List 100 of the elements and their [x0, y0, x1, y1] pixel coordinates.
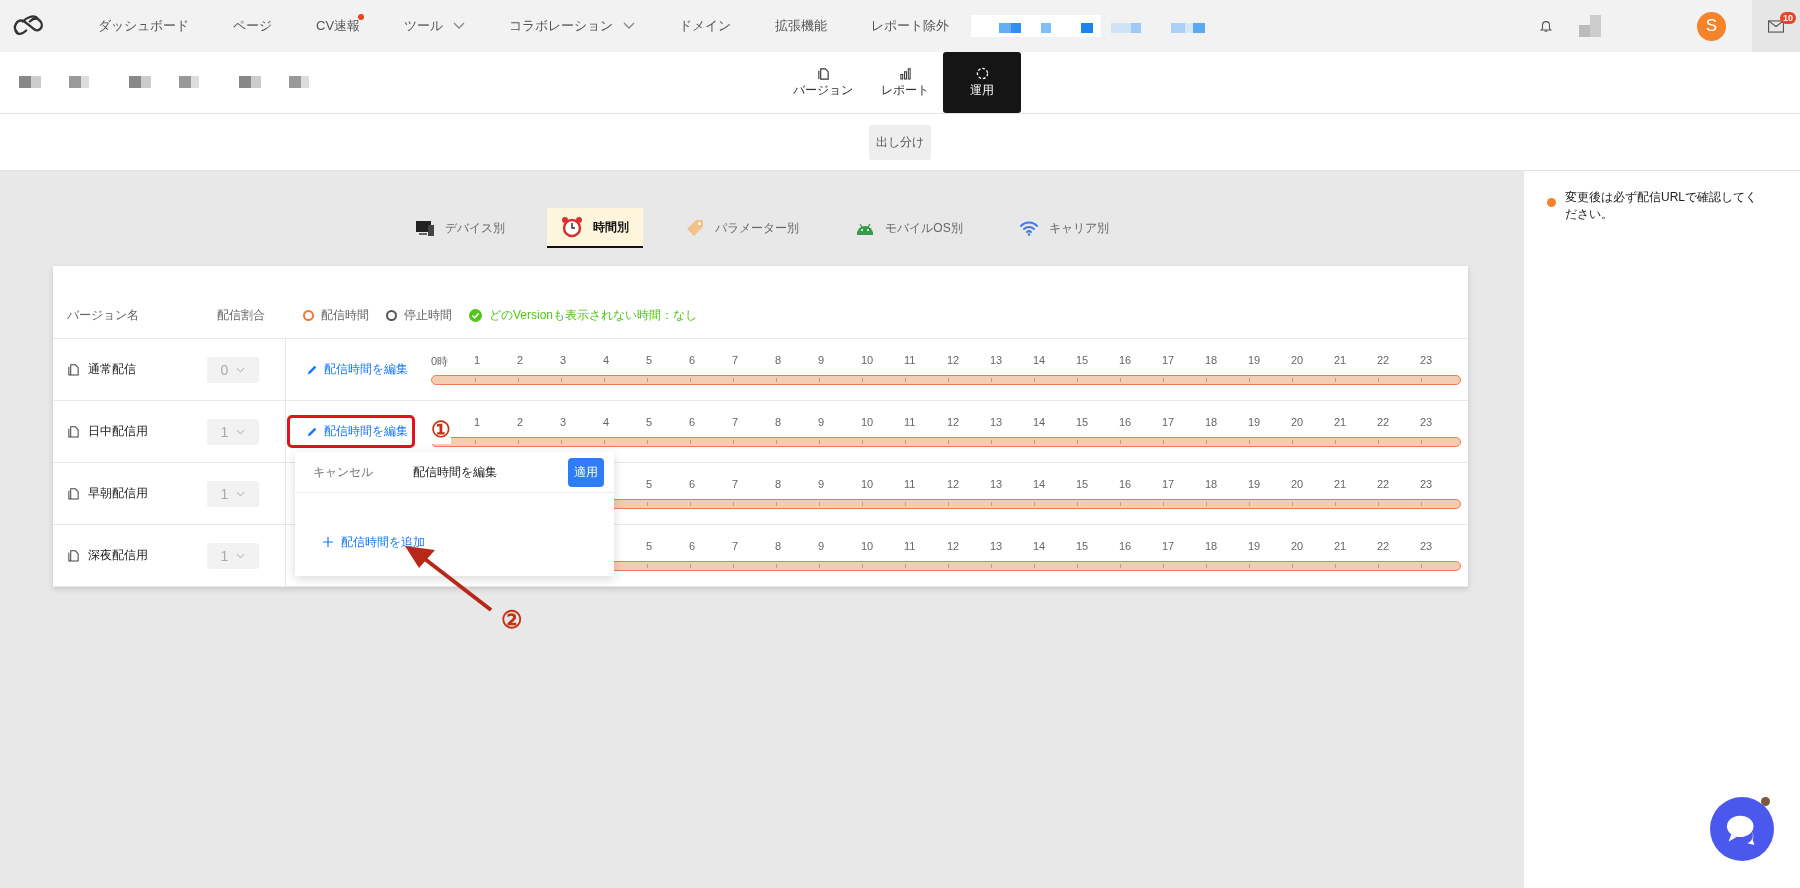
- hour-label: 0時: [431, 354, 450, 369]
- hour-label: 22: [1377, 416, 1391, 430]
- hour-label: 20: [1291, 478, 1305, 492]
- hour-label: 5: [646, 540, 654, 554]
- hour-label: 10: [861, 354, 875, 368]
- hour-label: 3: [560, 416, 568, 430]
- hour-label: 22: [1377, 478, 1391, 492]
- hour-label: 15: [1076, 478, 1090, 492]
- hour-label: 12: [947, 478, 961, 492]
- hour-label: 12: [947, 416, 961, 430]
- hour-label: 11: [904, 478, 917, 492]
- hour-label: 13: [990, 354, 1004, 368]
- hour-label: 2: [517, 354, 525, 368]
- hour-label: 14: [1033, 354, 1047, 368]
- hour-label: 10: [861, 540, 875, 554]
- view-tab[interactable]: 運用: [943, 52, 1021, 113]
- hour-label: 21: [1334, 478, 1348, 492]
- hour-label: 15: [1076, 354, 1090, 368]
- status-text: どのVersionも表示されない時間：なし: [489, 307, 698, 324]
- hour-label: 23: [1420, 354, 1434, 368]
- view-tab[interactable]: レポート: [867, 52, 943, 113]
- segment-tab[interactable]: デバイス別: [401, 208, 520, 248]
- hour-label: 17: [1162, 416, 1176, 430]
- column-header: 配信割合: [217, 308, 265, 322]
- hour-label: 15: [1076, 416, 1090, 430]
- hour-label: 4: [603, 416, 611, 430]
- hour-label: 6: [689, 354, 697, 368]
- hour-label: 9: [818, 478, 826, 492]
- column-header: バージョン名: [67, 307, 139, 324]
- hour-label: 9: [818, 354, 826, 368]
- hour-label: 3: [560, 354, 568, 368]
- hour-label: 23: [1420, 416, 1434, 430]
- hour-label: 8: [775, 416, 783, 430]
- step-marker: ②: [501, 606, 523, 634]
- hour-label: 5: [646, 354, 654, 368]
- hour-label: 13: [990, 478, 1004, 492]
- hour-label: 7: [732, 478, 740, 492]
- hour-label: 22: [1377, 354, 1391, 368]
- apply-button[interactable]: 適用: [568, 457, 604, 487]
- nav-item[interactable]: CV速報: [294, 11, 383, 41]
- segment-tab[interactable]: キャリア別: [1004, 208, 1123, 248]
- hour-label: 16: [1119, 416, 1133, 430]
- hour-label: 10: [861, 416, 875, 430]
- version-name: 日中配信用: [88, 423, 148, 440]
- hour-label: 18: [1205, 354, 1219, 368]
- segment-tab[interactable]: パラメーター別: [671, 208, 814, 248]
- hour-label: 16: [1119, 540, 1133, 554]
- split-button[interactable]: 出し分け: [869, 124, 931, 160]
- hour-label: 17: [1162, 540, 1176, 554]
- hour-label: 14: [1033, 416, 1047, 430]
- hour-label: 5: [646, 478, 654, 492]
- nav-item[interactable]: レポート除外: [849, 11, 972, 41]
- segment-tab[interactable]: 時間別: [547, 208, 644, 248]
- hour-label: 19: [1248, 540, 1262, 554]
- view-tab[interactable]: バージョン: [779, 52, 867, 113]
- nav-item[interactable]: ツール: [382, 11, 488, 41]
- hour-label: 20: [1291, 354, 1305, 368]
- hour-label: 21: [1334, 354, 1348, 368]
- hour-label: 14: [1033, 540, 1047, 554]
- user-avatar[interactable]: S: [1697, 11, 1726, 41]
- nav-item[interactable]: コラボレーション: [487, 11, 658, 41]
- hour-label: 9: [818, 540, 826, 554]
- segment-tab[interactable]: モバイルOS別: [841, 208, 977, 248]
- hour-label: 17: [1162, 478, 1176, 492]
- nav-item[interactable]: ドメイン: [657, 11, 754, 41]
- hour-label: 12: [947, 354, 961, 368]
- nav-item[interactable]: ページ: [211, 11, 294, 41]
- hour-label: 6: [689, 478, 697, 492]
- version-name: 早朝配信用: [88, 485, 148, 502]
- hour-label: 1: [474, 416, 482, 430]
- hour-label: 2: [517, 416, 525, 430]
- version-name: 深夜配信用: [88, 547, 148, 564]
- hour-label: 9: [818, 416, 826, 430]
- hour-label: 18: [1205, 478, 1219, 492]
- hour-label: 16: [1119, 478, 1133, 492]
- add-time-link[interactable]: 配信時間を追加: [323, 533, 425, 551]
- hour-label: 20: [1291, 540, 1305, 554]
- legend-label: 配信時間: [321, 307, 369, 324]
- nav-item[interactable]: ダッシュボード: [86, 11, 211, 41]
- hour-label: 19: [1248, 478, 1262, 492]
- hour-label: 22: [1377, 540, 1391, 554]
- hour-label: 1: [474, 354, 482, 368]
- legend-label: 停止時間: [404, 307, 452, 324]
- hour-label: 21: [1334, 540, 1348, 554]
- hour-label: 6: [689, 540, 697, 554]
- hour-label: 14: [1033, 478, 1047, 492]
- version-name: 通常配信: [88, 361, 136, 378]
- hour-label: 16: [1119, 354, 1133, 368]
- hour-label: 8: [775, 540, 783, 554]
- hour-label: 19: [1248, 416, 1262, 430]
- cancel-button[interactable]: キャンセル: [313, 463, 373, 481]
- hour-label: 11: [904, 416, 917, 430]
- hour-label: 15: [1076, 540, 1090, 554]
- hour-label: 21: [1334, 416, 1348, 430]
- nav-item[interactable]: 拡張機能: [753, 11, 850, 41]
- hour-label: 23: [1420, 540, 1434, 554]
- hour-label: 10: [861, 478, 875, 492]
- hour-label: 8: [775, 354, 783, 368]
- hour-label: 8: [775, 478, 783, 492]
- hour-label: 13: [990, 540, 1004, 554]
